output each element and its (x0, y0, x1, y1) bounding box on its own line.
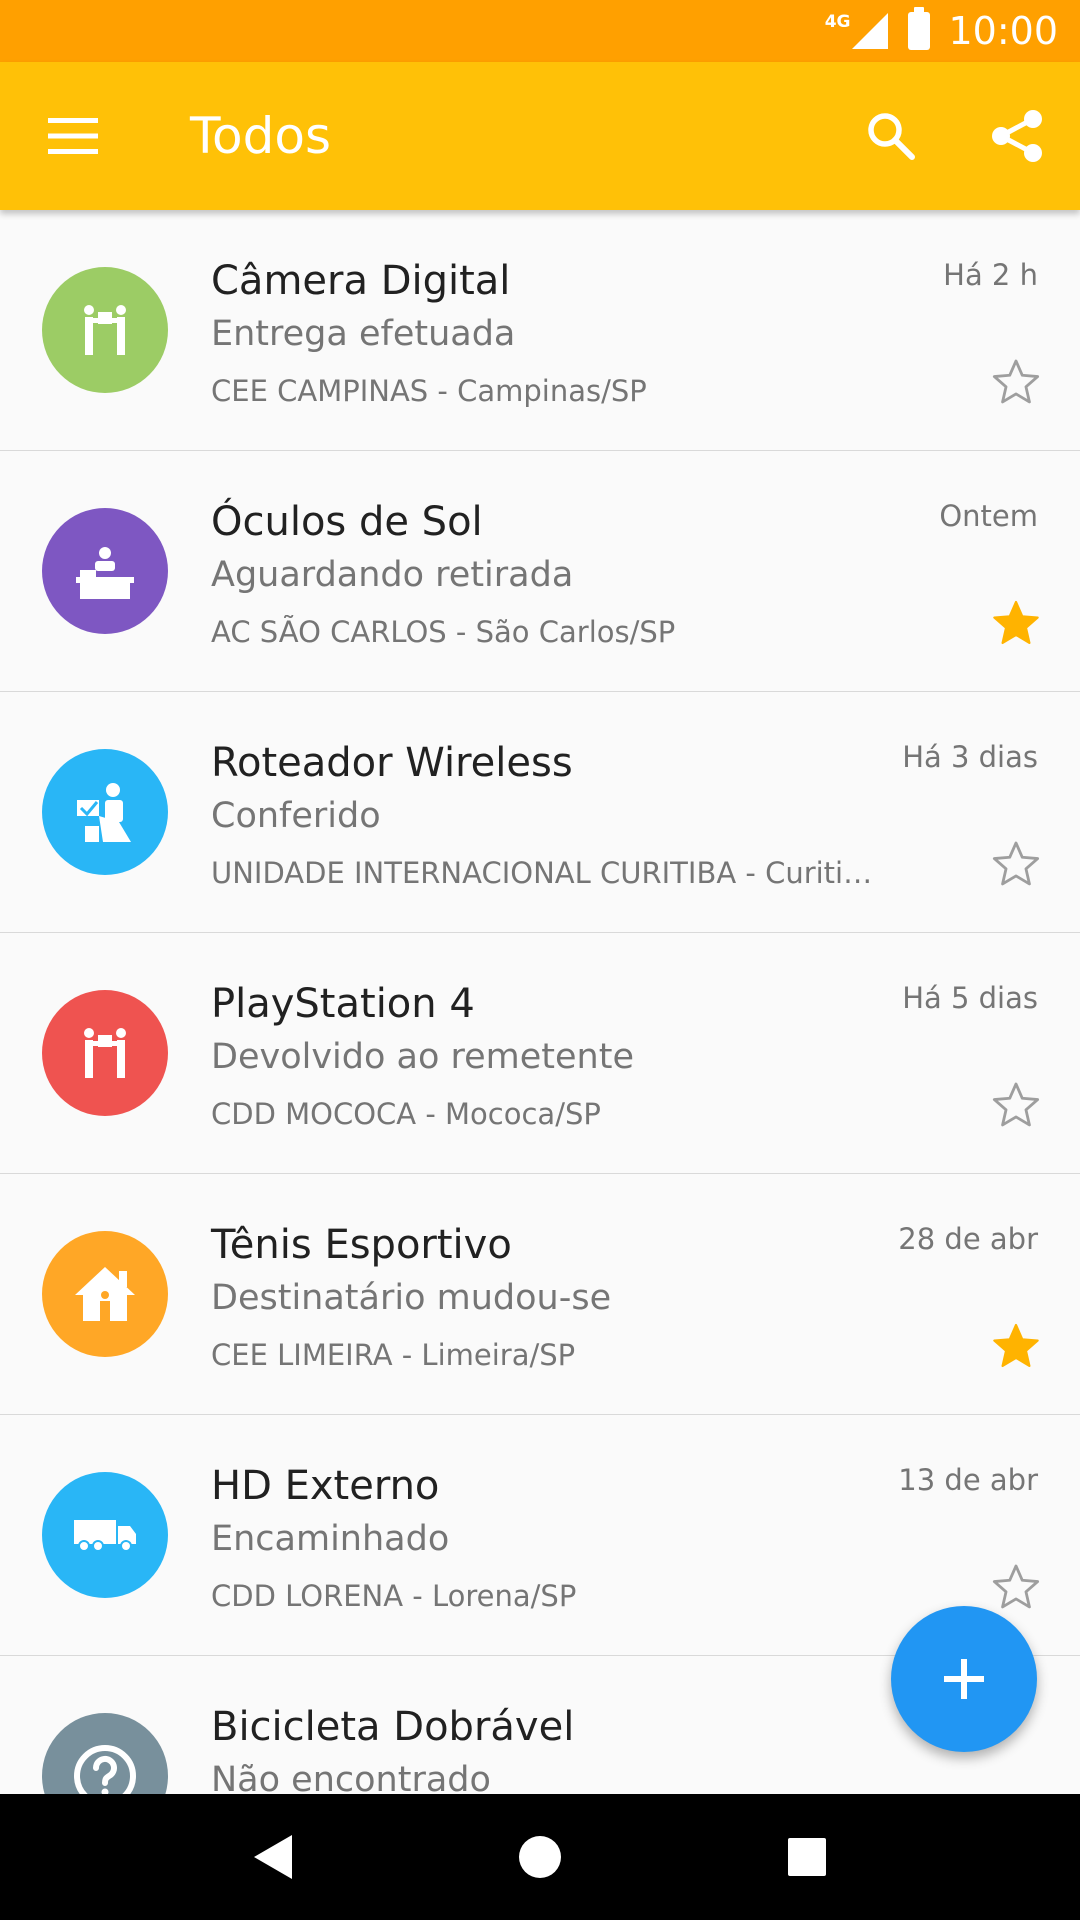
item-time: 28 de abr (898, 1222, 1038, 1256)
share-button[interactable] (954, 62, 1080, 210)
screen: 4G 10:00 Todos Câmera Digital Entrega ef… (0, 0, 1080, 1920)
item-location: UNIDADE INTERNACIONAL CURITIBA - Curitib… (211, 856, 881, 890)
item-status: Não encontrado (211, 1760, 491, 1794)
star-outline-icon (992, 359, 1040, 404)
favorite-toggle[interactable] (988, 1559, 1044, 1615)
item-location: CEE LIMEIRA - Limeira/SP (211, 1338, 576, 1372)
item-location: CDD LORENA - Lorena/SP (211, 1579, 577, 1613)
search-button[interactable] (828, 62, 954, 210)
favorite-toggle[interactable] (988, 1077, 1044, 1133)
recents-button[interactable] (757, 1807, 857, 1907)
tracking-list: Câmera Digital Entrega efetuada CEE CAMP… (0, 210, 1080, 1794)
handover-icon (84, 1028, 126, 1078)
item-location: CEE CAMPINAS - Campinas/SP (211, 374, 647, 408)
item-avatar (42, 1472, 168, 1598)
item-time: 13 de abr (898, 1463, 1038, 1497)
item-title: Câmera Digital (211, 258, 511, 304)
item-location: AC SÃO CARLOS - São Carlos/SP (211, 615, 676, 649)
app-toolbar: Todos (0, 62, 1080, 210)
item-avatar (42, 267, 168, 393)
item-title: PlayStation 4 (211, 981, 475, 1027)
plus-icon (944, 1659, 984, 1699)
signal-icon (852, 13, 889, 49)
item-time: Há 2 h (943, 258, 1038, 292)
item-status: Encaminhado (211, 1519, 450, 1559)
item-status: Aguardando retirada (211, 555, 574, 595)
page-title: Todos (190, 107, 332, 165)
status-clock: 10:00 (948, 9, 1058, 53)
home-icon (518, 1836, 561, 1878)
list-item[interactable]: HD Externo Encaminhado CDD LORENA - Lore… (0, 1415, 1080, 1656)
network-type: 4G (824, 12, 851, 32)
house-icon (75, 1267, 135, 1321)
add-tracking-button[interactable] (891, 1606, 1037, 1752)
item-status: Devolvido ao remetente (211, 1037, 634, 1077)
star-outline-icon (992, 1082, 1040, 1127)
item-avatar (42, 749, 168, 875)
item-location: CDD MOCOCA - Mococa/SP (211, 1097, 601, 1131)
back-icon (254, 1835, 293, 1879)
item-avatar (42, 508, 168, 634)
star-filled-icon (993, 600, 1039, 645)
star-outline-icon (992, 841, 1040, 886)
item-title: Roteador Wireless (211, 740, 573, 786)
share-icon (992, 110, 1042, 162)
truck-icon (74, 1520, 136, 1552)
item-title: HD Externo (211, 1463, 440, 1509)
item-time: Há 5 dias (902, 981, 1038, 1015)
item-title: Tênis Esportivo (211, 1222, 512, 1268)
list-item[interactable]: Câmera Digital Entrega efetuada CEE CAMP… (0, 210, 1080, 451)
back-button[interactable] (223, 1807, 323, 1907)
list-item[interactable]: Óculos de Sol Aguardando retirada AC SÃO… (0, 451, 1080, 692)
status-bar: 4G 10:00 (0, 0, 1080, 62)
home-button[interactable] (490, 1807, 590, 1907)
item-avatar (42, 1713, 168, 1794)
item-status: Destinatário mudou-se (211, 1278, 612, 1318)
item-title: Óculos de Sol (211, 499, 483, 545)
list-item[interactable]: Roteador Wireless Conferido UNIDADE INTE… (0, 692, 1080, 933)
handover-icon (84, 305, 126, 355)
item-status: Entrega efetuada (211, 314, 516, 354)
item-time: Há 3 dias (902, 740, 1038, 774)
question-icon (74, 1745, 136, 1794)
item-title: Bicicleta Dobrável (211, 1704, 575, 1750)
inspection-icon (77, 783, 131, 842)
menu-icon (48, 118, 98, 154)
list-item[interactable]: Tênis Esportivo Destinatário mudou-se CE… (0, 1174, 1080, 1415)
recents-icon (787, 1838, 826, 1876)
star-outline-icon (992, 1564, 1040, 1609)
favorite-toggle[interactable] (988, 354, 1044, 410)
favorite-toggle[interactable] (988, 836, 1044, 892)
item-avatar (42, 990, 168, 1116)
battery-icon (908, 7, 931, 50)
favorite-toggle[interactable] (988, 1318, 1044, 1374)
list-item[interactable]: PlayStation 4 Devolvido ao remetente CDD… (0, 933, 1080, 1174)
counter-icon (76, 547, 134, 599)
menu-button[interactable] (0, 62, 146, 210)
search-icon (868, 113, 915, 160)
item-status: Conferido (211, 796, 381, 836)
system-nav-bar (0, 1794, 1080, 1920)
favorite-toggle[interactable] (988, 595, 1044, 651)
star-filled-icon (993, 1323, 1039, 1368)
item-time: Ontem (939, 499, 1038, 533)
item-avatar (42, 1231, 168, 1357)
